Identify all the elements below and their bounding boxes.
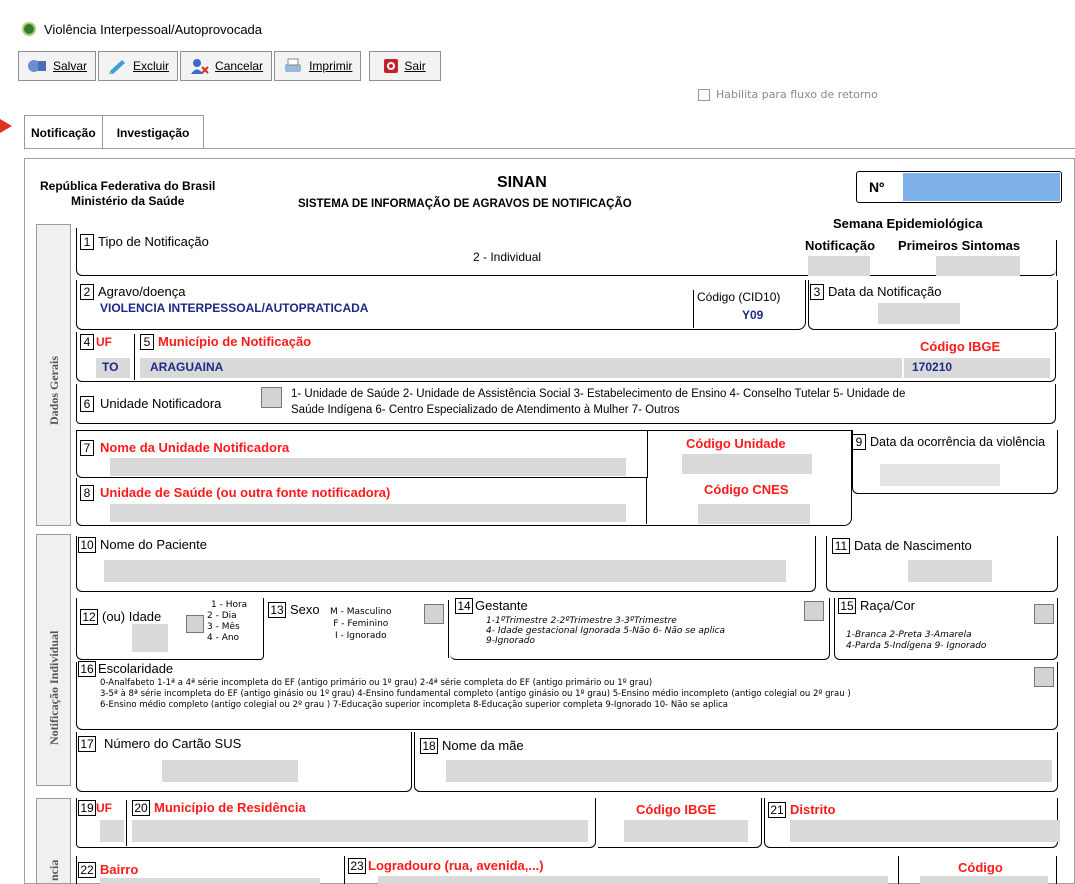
ibge-residencia-field[interactable] <box>624 820 748 842</box>
cancel-button[interactable]: Cancelar <box>180 51 273 81</box>
exit-button[interactable]: Sair <box>369 51 441 81</box>
codigo-ibge-field[interactable]: 170210 <box>904 358 1050 378</box>
nome-mae-field[interactable] <box>446 760 1052 782</box>
tab-notificacao[interactable]: Notificação <box>24 115 103 150</box>
toolbar: Salvar Excluir Cancelar Imprimir Sair <box>14 46 1075 86</box>
codigo-cnes-field[interactable] <box>698 504 810 524</box>
idade-unidade-field[interactable] <box>186 615 204 633</box>
tab-investigacao[interactable]: Investigação <box>102 115 205 149</box>
exit-icon <box>384 59 399 73</box>
semana-notificacao-field[interactable] <box>808 256 870 276</box>
section-dados-gerais: Dados Gerais <box>36 224 71 526</box>
nome-unidade-field[interactable] <box>110 458 626 476</box>
cartao-sus-field[interactable] <box>162 760 298 782</box>
section-notificacao-individual: Notificação Individual <box>36 534 71 786</box>
uf-field[interactable]: TO <box>96 358 130 378</box>
data-ocorrencia-field[interactable] <box>880 464 1000 486</box>
app-icon <box>22 22 36 36</box>
nome-paciente-field[interactable] <box>104 560 786 582</box>
logradouro-field[interactable] <box>378 876 888 884</box>
codigo-logradouro-field[interactable] <box>920 876 1048 884</box>
sistema-title: SISTEMA DE INFORMAÇÃO DE AGRAVOS DE NOTI… <box>298 198 632 210</box>
semana-sintomas-field[interactable] <box>936 256 1020 276</box>
save-button[interactable]: Salvar <box>18 51 97 81</box>
title-bar: Violência Interpessoal/Autoprovocada <box>14 16 1075 42</box>
printer-icon <box>283 57 303 75</box>
print-button[interactable]: Imprimir <box>274 51 362 81</box>
codigo-unidade-field[interactable] <box>682 454 812 474</box>
unidade-saude-field[interactable] <box>110 504 626 522</box>
section-residencia: ncia <box>36 798 71 884</box>
distrito-field[interactable] <box>790 820 1060 842</box>
raca-cor-field[interactable] <box>1034 604 1054 624</box>
delete-button[interactable]: Excluir <box>98 51 179 81</box>
tab-bar: Notificação Investigação <box>24 115 205 150</box>
numero-field[interactable] <box>903 173 1060 201</box>
sexo-field[interactable] <box>424 604 444 624</box>
escolaridade-field[interactable] <box>1034 667 1054 687</box>
agravo-value: VIOLENCIA INTERPESSOAL/AUTOPRATICADA <box>100 301 369 315</box>
bairro-field[interactable] <box>100 878 320 884</box>
checkbox-box[interactable] <box>698 88 710 101</box>
window-title: Violência Interpessoal/Autoprovocada <box>44 21 263 37</box>
sinan-title: SINAN <box>497 174 547 191</box>
unidade-notificadora-field[interactable] <box>261 387 282 408</box>
delete-icon <box>107 57 127 75</box>
header-org: República Federativa do Brasil Ministéri… <box>40 179 216 208</box>
cancel-icon <box>189 57 209 75</box>
idade-field[interactable] <box>132 624 168 652</box>
tipo-notificacao-value: 2 - Individual <box>473 250 542 264</box>
tab-divider <box>24 148 1075 149</box>
save-icon <box>27 57 47 75</box>
gestante-field[interactable] <box>804 601 824 621</box>
uf-residencia-field[interactable] <box>100 820 124 842</box>
municipio-residencia-field[interactable] <box>132 820 588 842</box>
habilita-checkbox[interactable]: Habilita para fluxo de retorno <box>698 88 878 101</box>
numero-box: Nº <box>856 171 1062 203</box>
cid-value: Y09 <box>742 308 764 322</box>
data-notificacao-field[interactable] <box>878 303 960 324</box>
data-nascimento-field[interactable] <box>908 560 992 582</box>
pointer-arrow-icon <box>0 119 12 133</box>
municipio-field[interactable]: ARAGUAINA <box>140 358 902 378</box>
